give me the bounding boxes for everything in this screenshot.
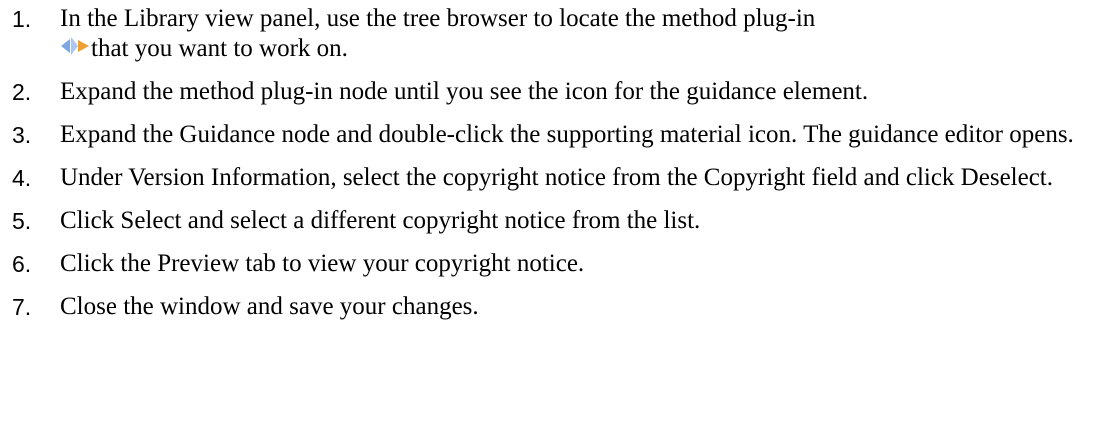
step-number: 5. xyxy=(12,208,32,234)
method-plugin-icon xyxy=(61,37,89,55)
step-text-continued: that you want to work on. xyxy=(91,35,348,62)
step-text: Click Select and select a different copy… xyxy=(60,207,701,234)
step-number: 2. xyxy=(12,79,32,105)
step-text: Click the Preview tab to view your copyr… xyxy=(60,250,585,277)
step-text: Under Version Information, select the co… xyxy=(60,164,1053,191)
step-3: 3. Expand the Guidance node and double-c… xyxy=(0,120,1099,150)
step-text: Expand the Guidance node and double-clic… xyxy=(60,121,1074,148)
step-4: 4. Under Version Information, select the… xyxy=(0,163,1099,193)
step-5: 5. Click Select and select a different c… xyxy=(0,206,1099,236)
step-text: Close the window and save your changes. xyxy=(60,293,479,320)
step-number: 3. xyxy=(12,122,32,148)
step-text: In the Library view panel, use the tree … xyxy=(60,5,816,32)
step-2: 2. Expand the method plug-in node until … xyxy=(0,77,1099,107)
step-number: 7. xyxy=(12,294,32,320)
step-number: 4. xyxy=(12,165,32,191)
step-6: 6. Click the Preview tab to view your co… xyxy=(0,249,1099,279)
step-number: 6. xyxy=(12,251,32,277)
step-7: 7. Close the window and save your change… xyxy=(0,292,1099,322)
step-text: Expand the method plug-in node until you… xyxy=(60,78,869,105)
step-number: 1. xyxy=(12,6,32,32)
instruction-steps: 1. In the Library view panel, use the tr… xyxy=(0,0,1099,335)
step-1: 1. In the Library view panel, use the tr… xyxy=(0,4,1099,64)
